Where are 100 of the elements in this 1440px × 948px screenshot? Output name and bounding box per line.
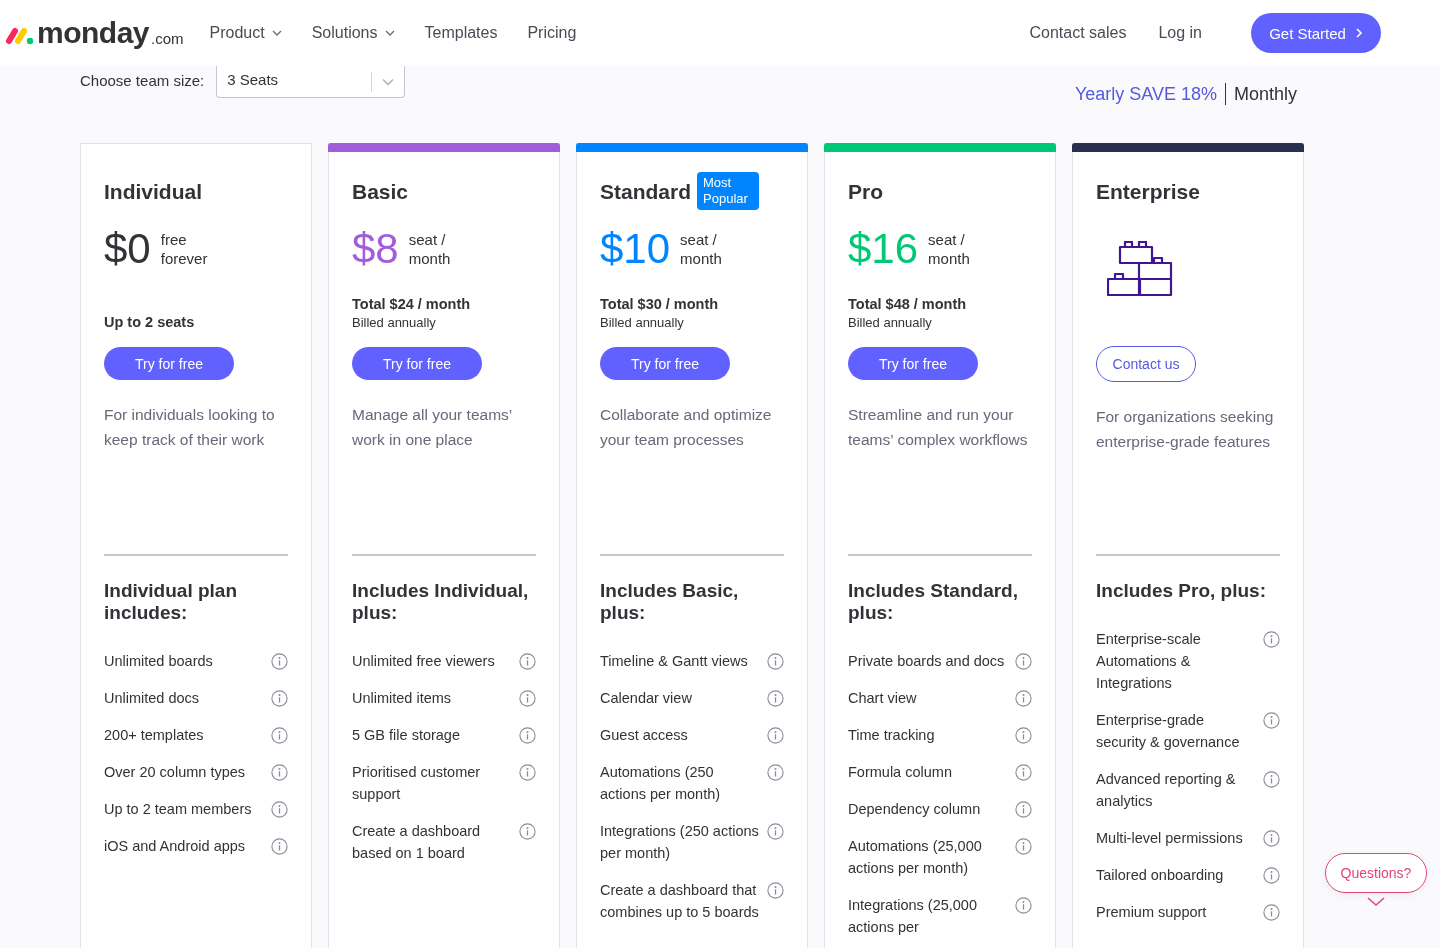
nav-link[interactable]: Contact sales [1029,24,1127,42]
info-icon[interactable] [519,653,536,670]
feature-text: Unlimited docs [104,689,200,708]
info-icon[interactable] [271,801,288,818]
includes-heading: Includes Pro, plus: [1096,580,1267,602]
plan-total: Total $30 / month [600,295,719,314]
team-size-dropdown[interactable]: 3 Seats [216,66,406,98]
info-icon[interactable] [1263,712,1280,729]
info-icon[interactable] [519,764,536,781]
nav-link[interactable]: Product [209,24,282,42]
chevron-right-icon [1354,27,1363,39]
info-icon[interactable] [519,823,536,840]
feature-text: Integrations (25,000 actions per [848,896,978,937]
plan-price: $16 [848,225,919,273]
info-icon[interactable] [271,764,288,781]
feature-text: iOS and Android apps [104,837,246,856]
info-icon[interactable] [1015,653,1032,670]
feature-text: Unlimited boards [104,652,213,671]
feature-text: Time tracking [848,726,935,745]
try-for-free-button[interactable]: Try for free [848,347,978,380]
info-icon[interactable] [767,727,784,744]
feature-text: Create a dashboard based on 1 board [352,822,482,863]
info-icon[interactable] [767,690,784,707]
get-started-button[interactable]: Get Started [1251,13,1381,53]
monday-logo[interactable]: monday.com [5,16,184,50]
plan-price: $8 [352,225,399,273]
info-icon[interactable] [1263,830,1280,847]
feature-text: 200+ templates [104,726,204,745]
includes-heading: Includes Basic, plus: [600,580,740,624]
chevron-down-icon [271,30,282,36]
feature-text: Premium support [1096,903,1207,922]
nav-link[interactable]: Log in [1158,24,1202,42]
info-icon[interactable] [1015,764,1032,781]
feature-text: Enterprise-scale Automations & Integrations [1096,630,1202,693]
info-icon[interactable] [767,882,784,899]
nav-link[interactable]: Pricing [527,24,577,42]
info-icon[interactable] [1263,631,1280,648]
plan-name: Enterprise [1096,180,1200,204]
chevron-down-icon [384,30,395,36]
logo-mark-icon [5,27,35,45]
includes-heading: Individual plan includes: [104,580,238,624]
info-icon[interactable] [1263,771,1280,788]
plan-name: Standard [600,180,691,204]
feature-text: Timeline & Gantt views [600,652,748,671]
plan-total: Total $48 / month [848,295,967,314]
price-unit: seat / month [680,230,723,268]
try-for-free-button[interactable]: Try for free [600,347,730,380]
nav-link[interactable]: Solutions [311,24,395,42]
feature-text: Advanced reporting & analytics [1096,770,1237,811]
feature-text: 5 GB file storage [352,726,460,745]
info-icon[interactable] [767,823,784,840]
feature-text: Tailored onboarding [1096,866,1224,885]
plan-price: $10 [600,225,671,273]
info-icon[interactable] [1263,867,1280,884]
plan-total: Total $24 / month [352,295,471,314]
price-unit: seat / month [928,230,971,268]
feature-text: Integrations (250 actions per month) [600,822,760,863]
building-blocks-icon [1107,241,1173,297]
feature-text: Private boards and docs [848,652,1005,671]
nav-link[interactable]: Templates [424,24,498,42]
info-icon[interactable] [767,764,784,781]
plan-description: Collaborate and optimize your team processes [600,405,773,450]
try-for-free-button[interactable]: Try for free [352,347,482,380]
questions-button[interactable]: Questions? [1325,853,1427,893]
try-for-free-button[interactable]: Try for free [104,347,234,380]
info-icon[interactable] [1015,838,1032,855]
feature-text: Calendar view [600,689,692,708]
chevron-down-icon [1367,897,1385,907]
billing-option[interactable]: Monthly [1233,83,1297,105]
feature-text: Chart view [848,689,917,708]
feature-text: Unlimited free viewers [352,652,495,671]
info-icon[interactable] [519,690,536,707]
feature-text: Automations (250 actions per month) [600,763,722,804]
info-icon[interactable] [519,727,536,744]
billing-option[interactable]: Yearly SAVE 18% [1074,83,1217,105]
feature-text: Automations (25,000 actions per month) [848,837,983,878]
plan-description: Manage all your teams’ work in one place [352,405,513,450]
billing-note: Billed annually [352,314,437,332]
contact-us-button[interactable]: Contact us [1096,346,1196,382]
price-unit: free forever [160,230,209,268]
plan-name: Basic [352,180,409,204]
plan-name: Pro [848,180,883,204]
feature-text: Dependency column [848,800,981,819]
info-icon[interactable] [767,653,784,670]
chevron-down-icon [382,77,395,86]
info-icon[interactable] [1015,897,1032,914]
plan-description: Streamline and run your teams’ complex workflows [848,405,1028,450]
plan-description: For individuals looking to keep track of their work [104,405,276,450]
info-icon[interactable] [1015,801,1032,818]
info-icon[interactable] [1015,690,1032,707]
feature-text: Up to 2 team members [104,800,252,819]
info-icon[interactable] [271,653,288,670]
feature-text: Unlimited items [352,689,452,708]
plan-name: Individual [104,180,202,204]
info-icon[interactable] [1263,904,1280,921]
info-icon[interactable] [271,838,288,855]
feature-text: Multi-level permissions [1096,829,1243,848]
info-icon[interactable] [271,727,288,744]
info-icon[interactable] [1015,727,1032,744]
info-icon[interactable] [271,690,288,707]
